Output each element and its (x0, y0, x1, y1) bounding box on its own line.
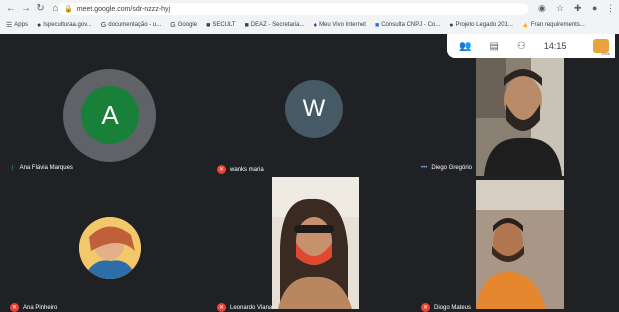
site-icon: ● (449, 21, 454, 29)
bookmark-item[interactable]: ● Projeto Legado 201... (449, 22, 513, 29)
mic-off-icon: ✕ (217, 165, 226, 174)
site-icon: ■ (374, 21, 380, 29)
extension-icon[interactable]: ◉ (538, 3, 546, 14)
bookmark-item[interactable]: ■ Consulta CNPJ - Co... (375, 22, 440, 29)
bookmark-item[interactable]: ☰ Apps (6, 21, 28, 29)
activities-icon[interactable]: ⚇ (517, 41, 526, 52)
site-icon: ■ (206, 21, 211, 29)
participant-video (272, 177, 359, 309)
apps-icon: ☰ (6, 22, 13, 29)
bookmark-item[interactable]: ▲ Fran requirements... (522, 22, 585, 29)
bookmark-item[interactable]: G Google (170, 22, 197, 29)
bookmark-item[interactable]: ■ SECULT (206, 22, 235, 29)
people-icon[interactable]: 👥 (459, 41, 471, 52)
self-label: Você (601, 51, 610, 56)
video-tile (476, 58, 564, 176)
participant-name: ✕ Leonardo Viana (217, 303, 273, 312)
profile-photo (79, 217, 141, 279)
more-icon: ••• (421, 165, 428, 171)
profile-icon[interactable]: ● (592, 3, 597, 13)
mic-off-icon: ✕ (421, 303, 430, 312)
address-bar[interactable]: 🔒 meet.google.com/sdr-nzzz-hyj (58, 3, 528, 15)
bookmark-item[interactable]: ■ DEAZ - Secretaria... (245, 22, 305, 29)
video-tile (272, 177, 359, 309)
mic-off-icon: ✕ (217, 303, 226, 312)
forward-button[interactable]: → (21, 3, 31, 14)
bookmark-item[interactable]: ● Ispeculturaa.gov... (37, 22, 92, 29)
mic-off-icon: ✕ (10, 303, 19, 312)
bookmark-item[interactable]: Gdocumentação - u... (101, 22, 161, 29)
chat-icon[interactable]: ▤ (489, 41, 498, 52)
video-tile (476, 180, 564, 309)
participant-name: ✕ wanks maria (217, 165, 264, 174)
google-icon: G (100, 21, 107, 29)
bookmark-item[interactable]: ♦ Meu Vivo Internet (313, 22, 366, 29)
site-icon: ● (36, 21, 42, 29)
avatar: W (285, 80, 343, 138)
drive-icon: ▲ (521, 21, 529, 29)
lock-icon: 🔒 (64, 6, 73, 13)
puzzle-icon[interactable]: ✚ (574, 3, 582, 14)
participant-video (476, 58, 564, 176)
meeting-clock: 14:15 (543, 41, 567, 51)
url-text: meet.google.com/sdr-nzzz-hyj (76, 5, 171, 13)
participant-name: ✕ Diogo Mateus (421, 303, 472, 312)
participant-name: ·|· Ana Flávia Marques (10, 165, 73, 171)
menu-icon[interactable]: ⋮ (606, 3, 615, 14)
reload-button[interactable]: ↻ (36, 3, 45, 14)
participant-video (476, 180, 564, 309)
browser-chrome: ← → ↻ ⌂ 🔒 meet.google.com/sdr-nzzz-hyj ◉… (0, 0, 619, 34)
back-button[interactable]: ← (6, 3, 16, 14)
google-icon: G (170, 21, 176, 29)
meet-top-panel: 👥 ▤ ⚇ 14:15 Você (447, 34, 615, 58)
speaking-icon: ·|· (10, 165, 16, 171)
participant-name: ✕ Ana Pinheiro (10, 303, 58, 312)
avatar: A (81, 86, 139, 144)
participant-name: ••• Diego Gregório (421, 165, 472, 171)
star-icon[interactable]: ☆ (556, 3, 564, 14)
bookmarks-bar: ☰ Apps ● Ispeculturaa.gov... Gdocumentação… (0, 18, 619, 32)
avatar (79, 217, 141, 279)
vivo-icon: ♦ (313, 21, 318, 29)
site-icon: ■ (244, 21, 249, 29)
